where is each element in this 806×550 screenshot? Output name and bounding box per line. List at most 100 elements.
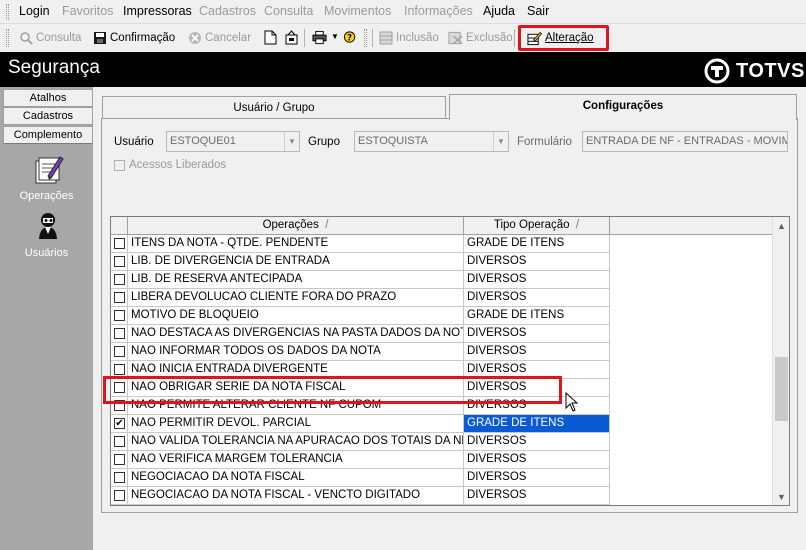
cancelar-button[interactable]: Cancelar — [187, 29, 251, 47]
tipo-operacao-cell[interactable]: DIVERSOS — [464, 505, 610, 506]
table-row[interactable]: NAO INFORMAR TODOS OS DADOS DA NOTA DIVER… — [111, 343, 616, 361]
table-row[interactable]: LIB. DE DIVERGENCIA DE ENTRADA DIVERSOS — [111, 253, 616, 271]
table-row[interactable]: NEGOCIACAO DA NOTA FISCAL - VENCTO DIGIT… — [111, 487, 616, 505]
row-checkbox[interactable] — [114, 490, 125, 501]
row-check-cell — [111, 343, 128, 361]
tipo-operacao-cell[interactable]: GRADE DE ITENS — [464, 235, 610, 253]
confirmacao-button[interactable]: Confirmação — [92, 29, 175, 47]
operacao-cell[interactable]: MOTIVO DE BLOQUEIO — [128, 307, 464, 325]
consulta-button[interactable]: Consulta — [18, 29, 81, 47]
sidebar-tab-complemento[interactable]: Complemento — [3, 126, 93, 144]
grid-header-tipo[interactable]: Tipo Operação / — [464, 217, 610, 235]
tipo-operacao-cell[interactable]: DIVERSOS — [464, 343, 610, 361]
menu-movimentos[interactable]: Movimentos — [324, 4, 391, 18]
grupo-select[interactable]: ESTOQUISTA — [354, 131, 509, 152]
help-search-icon[interactable]: ? — [343, 30, 358, 45]
usuario-select[interactable]: ESTOQUE01 — [166, 131, 300, 152]
operacao-cell[interactable]: NF ORIGINAL NA DEV. CLIENTE — [128, 505, 464, 506]
table-row[interactable]: NAO VALIDA TOLERANCIA NA APURACAO DOS TO… — [111, 433, 616, 451]
tipo-operacao-cell[interactable]: DIVERSOS — [464, 451, 610, 469]
formulario-field[interactable]: ENTRADA DE NF - ENTRADAS - MOVIM — [582, 131, 788, 152]
acessos-liberados-checkbox[interactable] — [114, 160, 125, 171]
grid-header-operacoes[interactable]: Operações / — [128, 217, 464, 235]
operacao-cell[interactable]: NAO PERMITIR DEVOL. PARCIAL — [128, 415, 464, 433]
table-row[interactable]: NEGOCIACAO DA NOTA FISCAL DIVERSOS — [111, 469, 616, 487]
sidebar-item-usuarios[interactable]: Usuários — [0, 247, 93, 259]
row-checkbox[interactable]: ✔ — [114, 418, 125, 429]
operacao-cell[interactable]: NAO VERIFICA MARGEM TOLERANCIA — [128, 451, 464, 469]
delete-record-icon — [448, 31, 463, 46]
menu-ajuda[interactable]: Ajuda — [483, 4, 515, 18]
row-check-cell — [111, 505, 128, 506]
sidebar-tab-atalhos[interactable]: Atalhos — [3, 89, 93, 107]
menu-impressoras[interactable]: Impressoras — [123, 4, 192, 18]
sidebar-tab-cadastros[interactable]: Cadastros — [3, 107, 93, 125]
tipo-operacao-cell[interactable]: GRADE DE ITENS — [464, 307, 610, 325]
operacao-cell[interactable]: LIB. DE RESERVA ANTECIPADA — [128, 271, 464, 289]
configuracoes-panel: Usuário ESTOQUE01 ▼ Grupo ESTOQUISTA ▼ F… — [101, 118, 798, 513]
tipo-operacao-cell[interactable]: DIVERSOS — [464, 253, 610, 271]
menu-sair[interactable]: Sair — [527, 4, 549, 18]
table-row[interactable]: MOTIVO DE BLOQUEIO GRADE DE ITENS — [111, 307, 616, 325]
row-checkbox[interactable] — [114, 328, 125, 339]
new-document-icon[interactable] — [263, 30, 278, 45]
users-icon[interactable] — [36, 212, 60, 243]
table-row[interactable]: LIBERA DEVOLUCAO CLIENTE FORA DO PRAZO DI… — [111, 289, 616, 307]
chevron-down-icon[interactable]: ▼ — [493, 132, 508, 151]
tipo-operacao-cell[interactable]: DIVERSOS — [464, 487, 610, 505]
row-checkbox[interactable] — [114, 310, 125, 321]
tab-usuario-grupo[interactable]: Usuário / Grupo — [102, 96, 446, 120]
exclusao-button[interactable]: Exclusão — [448, 29, 513, 47]
scroll-up-icon[interactable]: ▲ — [773, 217, 789, 234]
row-checkbox[interactable] — [114, 454, 125, 465]
row-checkbox[interactable] — [114, 346, 125, 357]
tipo-operacao-cell[interactable]: DIVERSOS — [464, 433, 610, 451]
tab-configuracoes[interactable]: Configurações — [449, 94, 797, 120]
table-row[interactable]: NAO VERIFICA MARGEM TOLERANCIA DIVERSOS — [111, 451, 616, 469]
operacao-cell[interactable]: NEGOCIACAO DA NOTA FISCAL - VENCTO DIGIT… — [128, 487, 464, 505]
alteracao-button[interactable]: Alteração — [527, 29, 594, 47]
module-header: Segurança TOTVS — [0, 52, 806, 87]
operacao-cell[interactable]: NEGOCIACAO DA NOTA FISCAL — [128, 469, 464, 487]
row-checkbox[interactable] — [114, 238, 125, 249]
operacao-cell[interactable]: ITENS DA NOTA - QTDE. PENDENTE — [128, 235, 464, 253]
tipo-operacao-cell[interactable]: DIVERSOS — [464, 289, 610, 307]
row-checkbox[interactable] — [114, 256, 125, 267]
export-icon[interactable] — [284, 30, 299, 45]
row-checkbox[interactable] — [114, 472, 125, 483]
table-row[interactable]: ITENS DA NOTA - QTDE. PENDENTE GRADE DE I… — [111, 235, 616, 253]
printer-icon[interactable] — [312, 30, 327, 45]
menu-consulta[interactable]: Consulta — [264, 4, 313, 18]
tipo-operacao-cell[interactable]: DIVERSOS — [464, 469, 610, 487]
menu-favoritos[interactable]: Favoritos — [62, 4, 113, 18]
sidebar-item-operacoes[interactable]: Operações — [0, 190, 93, 202]
menu-login[interactable]: Login — [19, 4, 50, 18]
vertical-scrollbar[interactable]: ▲ ▼ — [772, 217, 789, 505]
menu-cadastros[interactable]: Cadastros — [199, 4, 256, 18]
inclusao-button[interactable]: Inclusão — [378, 29, 439, 47]
scrollbar-thumb[interactable] — [775, 357, 788, 421]
row-check-cell — [111, 289, 128, 307]
row-checkbox[interactable] — [114, 292, 125, 303]
operacao-cell[interactable]: LIB. DE DIVERGENCIA DE ENTRADA — [128, 253, 464, 271]
scroll-down-icon[interactable]: ▼ — [773, 488, 789, 505]
tipo-operacao-cell[interactable]: DIVERSOS — [464, 271, 610, 289]
exclusao-label: Exclusão — [466, 32, 513, 44]
table-row[interactable]: LIB. DE RESERVA ANTECIPADA DIVERSOS — [111, 271, 616, 289]
table-row[interactable]: NF ORIGINAL NA DEV. CLIENTEDIVERSOS — [111, 505, 616, 506]
operations-icon[interactable] — [32, 153, 64, 188]
operacao-cell[interactable]: LIBERA DEVOLUCAO CLIENTE FORA DO PRAZO — [128, 289, 464, 307]
table-row[interactable]: ✔ NAO PERMITIR DEVOL. PARCIAL GRADE DE ITE… — [111, 415, 616, 433]
chevron-down-icon[interactable]: ▼ — [284, 132, 299, 151]
operacao-cell[interactable]: NAO INFORMAR TODOS OS DADOS DA NOTA — [128, 343, 464, 361]
row-checkbox[interactable] — [114, 364, 125, 375]
tipo-operacao-cell[interactable]: DIVERSOS — [464, 325, 610, 343]
menu-informacoes[interactable]: Informações — [404, 4, 473, 18]
tipo-operacao-cell[interactable]: GRADE DE ITENS — [464, 415, 610, 433]
chevron-down-icon[interactable]: ▼ — [331, 32, 339, 41]
row-checkbox[interactable] — [114, 436, 125, 447]
table-row[interactable]: NAO DESTACA AS DIVERGENCIAS NA PASTA DAD… — [111, 325, 616, 343]
operacao-cell[interactable]: NAO VALIDA TOLERANCIA NA APURACAO DOS TO… — [128, 433, 464, 451]
row-checkbox[interactable] — [114, 274, 125, 285]
operacao-cell[interactable]: NAO DESTACA AS DIVERGENCIAS NA PASTA DAD… — [128, 325, 464, 343]
